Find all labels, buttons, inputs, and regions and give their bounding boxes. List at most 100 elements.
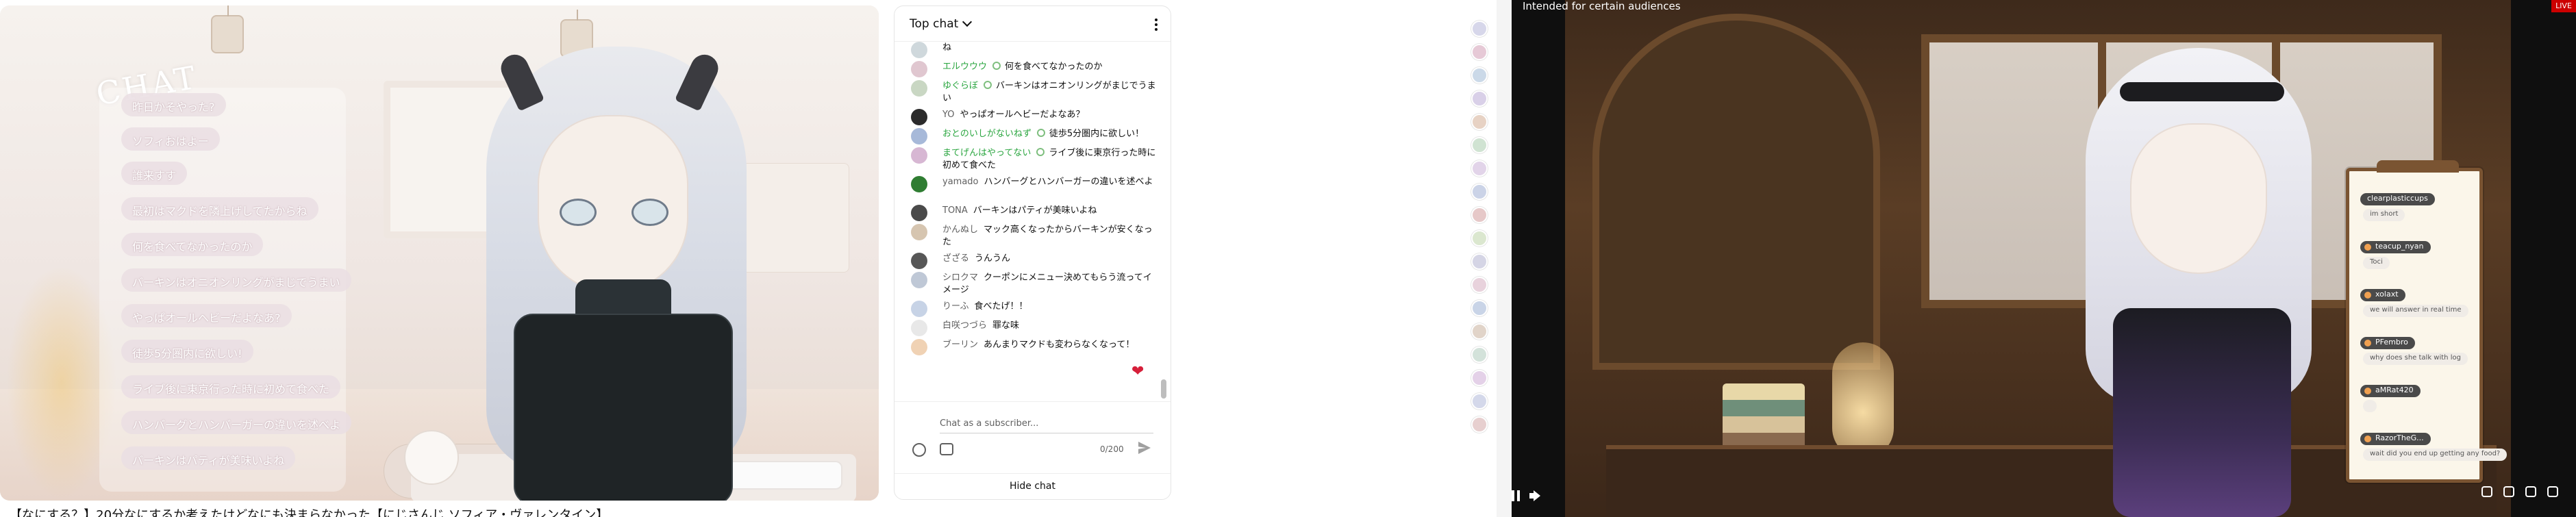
chat-message[interactable]: おとのいしがないねず 徒歩5分圏内に欲しい！: [895, 128, 1171, 144]
channel-avatar[interactable]: [1471, 137, 1488, 153]
board-text: why does she talk with log: [2363, 353, 2468, 365]
chat-author[interactable]: ブーリン: [942, 340, 978, 350]
chat-text: 食べたげ！！: [974, 301, 1028, 312]
character-headband: [2120, 82, 2284, 101]
volume-icon[interactable]: [1529, 490, 1540, 501]
live-chat-panel: Top chat ねエルウウウ 何を食べてなかったのかゆぐらぼ バーキンはオニオンリ…: [894, 5, 1171, 500]
channel-avatar[interactable]: [1471, 90, 1488, 107]
chat-scrollbar[interactable]: [1161, 379, 1166, 399]
chat-author[interactable]: おとのいしがないねず: [942, 129, 1031, 139]
chat-message[interactable]: YO やっぱオールヘビーだよなあ？: [895, 109, 1171, 125]
avatar[interactable]: [911, 339, 927, 355]
channel-avatar[interactable]: [1471, 114, 1488, 130]
chat-text: バーキンはパティが美味いよね: [973, 205, 1097, 216]
channel-avatar[interactable]: [1471, 67, 1488, 84]
stream-chat-board: clearplasticcups im short teacup_nyan To…: [2346, 160, 2508, 483]
top-chat-label[interactable]: Top chat: [910, 17, 958, 31]
fullscreen-icon[interactable]: [2547, 486, 2558, 497]
chat-message[interactable]: エルウウウ 何を食べてなかったのか: [895, 61, 1171, 77]
chat-author[interactable]: りーふ: [942, 301, 968, 312]
avatar[interactable]: [911, 147, 927, 164]
member-badge-icon: [992, 62, 1001, 70]
overlay-chat-bubble: ハンバーグとハンバーガーの違いを述べよ: [121, 411, 352, 434]
heart-icon: ❤: [1131, 363, 1145, 380]
avatar[interactable]: [911, 176, 927, 192]
avatar[interactable]: [911, 272, 927, 288]
member-badge-icon: [1036, 129, 1045, 137]
chat-message[interactable]: かんぬし マック高くなったからバーキンが安くなった: [895, 224, 1171, 249]
emoji-icon[interactable]: [912, 443, 926, 457]
vtuber-character-right: [2058, 21, 2346, 517]
stream-video-left[interactable]: CHAT 昨日かそやった? ソフィおはよー 誰来すす 最初はマクドを隣上げしてた…: [0, 5, 879, 501]
live-badge: LIVE: [2551, 0, 2576, 12]
chat-author[interactable]: yamado: [942, 177, 979, 187]
chat-message[interactable]: ざざる うんうん: [895, 253, 1171, 269]
chat-author[interactable]: 白咲つづら: [942, 320, 987, 331]
chat-message[interactable]: シロクマ クーポンにメニュー決めてもらう流ってイメージ: [895, 272, 1171, 297]
chat-author[interactable]: かんぬし: [942, 225, 978, 235]
board-item: xolaxt we will answer in real time: [2360, 286, 2477, 317]
avatar[interactable]: [911, 205, 927, 221]
chat-author[interactable]: シロクマ: [942, 273, 978, 283]
board-text: wait did you end up getting any food?: [2363, 449, 2508, 461]
channel-avatar[interactable]: [1471, 370, 1488, 386]
avatar[interactable]: [911, 224, 927, 240]
chat-message[interactable]: yamado ハンバーグとハンバーガーの違いを述べよ: [895, 176, 1171, 192]
avatar[interactable]: [911, 42, 927, 58]
channel-avatar[interactable]: [1471, 184, 1488, 200]
board-item: clearplasticcups im short: [2360, 190, 2477, 221]
chat-message[interactable]: まてげんはやってない ライブ後に東京行った時に初めて食べた: [895, 147, 1171, 172]
avatar[interactable]: [911, 61, 927, 77]
chat-author[interactable]: ゆぐらぼ: [942, 81, 978, 91]
channel-avatar[interactable]: [1471, 277, 1488, 293]
audience-warning-text: Intended for certain audiences: [1523, 0, 1681, 12]
chat-author[interactable]: エルウウウ: [942, 62, 987, 72]
board-name: teacup_nyan: [2360, 241, 2431, 253]
chat-input[interactable]: Chat as a subscriber...: [940, 414, 1153, 433]
channel-avatar[interactable]: [1471, 207, 1488, 223]
super-chat-icon[interactable]: [940, 443, 953, 455]
channel-avatar[interactable]: [1471, 323, 1488, 340]
chat-author[interactable]: YO: [942, 110, 954, 120]
avatar[interactable]: [911, 320, 927, 336]
chevron-down-icon[interactable]: [962, 16, 973, 27]
send-icon[interactable]: [1138, 442, 1151, 454]
eye-icon: [632, 199, 668, 226]
chat-author[interactable]: ざざる: [942, 253, 969, 264]
board-name: aMRat420: [2360, 385, 2421, 397]
hide-chat-button[interactable]: Hide chat: [895, 473, 1171, 499]
settings-icon[interactable]: [2481, 486, 2492, 497]
channel-avatar[interactable]: [1471, 230, 1488, 247]
vtuber-character-left: [438, 33, 795, 501]
chat-author[interactable]: まてげんはやってない: [942, 148, 1031, 158]
channel-avatar[interactable]: [1471, 160, 1488, 177]
theater-icon[interactable]: [2525, 486, 2536, 497]
stream-scene: clearplasticcups im short teacup_nyan To…: [1565, 0, 2511, 517]
avatar[interactable]: [911, 80, 927, 97]
channel-avatar[interactable]: [1471, 346, 1488, 363]
stream-video-right[interactable]: clearplasticcups im short teacup_nyan To…: [1497, 0, 2576, 517]
chat-message[interactable]: ゆぐらぼ バーキンはオニオンリングがまじでうまい: [895, 80, 1171, 105]
channel-avatar[interactable]: [1471, 300, 1488, 316]
channel-avatar[interactable]: [1471, 253, 1488, 270]
channel-avatar[interactable]: [1471, 21, 1488, 37]
video-title-caption[interactable]: 【なにする？】20分なにするか考えたけどなにも決まらなかった【にじさんじ ソフィ…: [10, 505, 608, 517]
chat-author[interactable]: TONA: [942, 205, 968, 216]
character-face: [538, 115, 688, 293]
chat-message[interactable]: TONA バーキンはパティが美味いよね: [895, 205, 1171, 221]
overlay-chat-bubble: ライブ後に東京行った時に初めて食べた: [121, 375, 341, 399]
more-vert-icon[interactable]: [1154, 18, 1158, 31]
chat-message[interactable]: ブーリン あんまりマクドも変わらなくなって！: [895, 339, 1171, 355]
avatar[interactable]: [911, 253, 927, 269]
miniplayer-icon[interactable]: [2503, 486, 2514, 497]
channel-avatar[interactable]: [1471, 44, 1488, 60]
channel-avatar[interactable]: [1471, 393, 1488, 409]
avatar[interactable]: [911, 109, 927, 125]
channel-avatar[interactable]: [1471, 416, 1488, 433]
avatar[interactable]: [911, 128, 927, 144]
chat-message[interactable]: ね: [895, 42, 1171, 58]
chat-message[interactable]: 白咲つづら 罪な味: [895, 320, 1171, 336]
chat-message[interactable]: りーふ 食べたげ！！: [895, 301, 1171, 317]
pause-icon[interactable]: [1512, 490, 1520, 501]
avatar[interactable]: [911, 301, 927, 317]
